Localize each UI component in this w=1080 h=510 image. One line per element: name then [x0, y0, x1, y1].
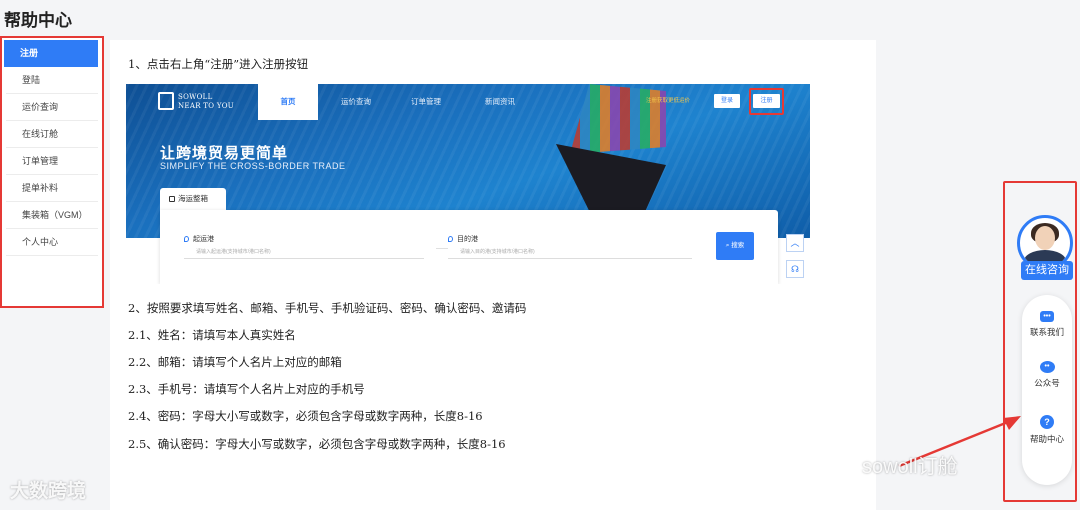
port-search-panel: 起运港 请输入起运港(支持城市/港口名称) —— 目的港 请输入目的港(支持城市… — [160, 210, 778, 284]
online-consult-button[interactable]: 在线咨询 — [1021, 261, 1073, 280]
floating-service-panel: 在线咨询 ••• 联系我们 •• 公众号 ? 帮助中心 — [1003, 181, 1077, 502]
step-2-1-text: 2.1、姓名：请填写本人真实姓名 — [128, 328, 296, 342]
headset-icon: ☊ — [786, 260, 804, 278]
location-pin-icon — [448, 236, 453, 242]
location-pin-icon — [184, 236, 189, 242]
floating-menu: ••• 联系我们 •• 公众号 ? 帮助中心 — [1022, 295, 1072, 485]
sidebar-item-register[interactable]: 注册 — [4, 40, 98, 67]
hero-subtitle: SIMPLIFY THE CROSS-BORDER TRADE — [160, 161, 346, 171]
site-nav-news: 新闻资讯 — [485, 97, 515, 106]
sowoll-logo-icon — [158, 92, 174, 110]
sea-fcl-tab: 海运整箱 — [160, 188, 226, 210]
site-nav-order-management: 订单管理 — [411, 97, 441, 106]
step-2-5-text: 2.5、确认密码：字母大小写或数字，必须包含字母或数字两种，长度8-16 — [128, 437, 506, 451]
contact-us-button[interactable]: ••• 联系我们 — [1022, 311, 1072, 338]
chevron-up-icon: ︿ — [786, 234, 804, 252]
hero-title: 让跨境贸易更简单 — [160, 145, 289, 162]
help-center-button[interactable]: ? 帮助中心 — [1022, 415, 1072, 445]
step-2-text: 2、按照要求填写姓名、邮箱、手机号、手机验证码、密码、确认密码、邀请码 — [128, 301, 527, 315]
sidebar-item-order-management[interactable]: 订单管理 — [6, 148, 98, 175]
sidebar-item-bl-supplement[interactable]: 提单补料 — [6, 175, 98, 202]
destination-port-hint: 请输入目的港(支持城市/港口名称) — [460, 249, 535, 255]
origin-port-hint: 请输入起运港(支持城市/港口名称) — [196, 249, 271, 255]
help-content: 1、点击右上角“注册”进入注册按钮 SOWOLL NEAR TO YOU 首页 … — [110, 40, 876, 510]
step-2-2-text: 2.2、邮箱：请填写个人名片上对应的邮箱 — [128, 355, 342, 369]
watermark-right: sowoll订舱 — [862, 456, 958, 478]
page-title: 帮助中心 — [4, 11, 72, 30]
site-nav-rate-query: 运价查询 — [341, 97, 371, 106]
sidebar-item-vgm[interactable]: 集装箱（VGM） — [6, 202, 98, 229]
sidebar-item-rate-query[interactable]: 运价查询 — [6, 94, 98, 121]
sidebar-item-personal-center[interactable]: 个人中心 — [6, 229, 98, 256]
site-nav-home: 首页 — [258, 84, 318, 120]
register-highlight-box — [749, 88, 784, 115]
wechat-official-button[interactable]: •• 公众号 — [1022, 361, 1072, 389]
origin-port-label: 起运港 — [184, 234, 214, 244]
help-sidebar: 注册 登陆 运价查询 在线订舱 订单管理 提单补料 集装箱（VGM） 个人中心 — [0, 36, 104, 308]
chat-bubble-icon: ••• — [1040, 311, 1054, 322]
step-1-text: 1、点击右上角“注册”进入注册按钮 — [128, 57, 309, 71]
register-screenshot: SOWOLL NEAR TO YOU 首页 运价查询 订单管理 新闻资讯 注册获… — [126, 84, 810, 284]
ship-icon — [169, 196, 175, 202]
site-login-button: 登录 — [714, 94, 740, 108]
site-promo-text: 注册获取更低运价 — [646, 98, 691, 104]
question-icon: ? — [1040, 415, 1054, 429]
destination-port-label: 目的港 — [448, 234, 478, 244]
sidebar-item-login[interactable]: 登陆 — [6, 67, 98, 94]
site-search-button: ⌕ 搜索 — [716, 232, 754, 260]
step-2-3-text: 2.3、手机号：请填写个人名片上对应的手机号 — [128, 382, 365, 396]
step-2-4-text: 2.4、密码：字母大小写或数字，必须包含字母或数字两种，长度8-16 — [128, 409, 483, 423]
port-separator: —— — [436, 246, 448, 252]
sidebar-item-online-booking[interactable]: 在线订舱 — [6, 121, 98, 148]
wechat-icon: •• — [1039, 361, 1055, 373]
site-logo-text: SOWOLL NEAR TO YOU — [178, 93, 234, 110]
watermark-left: 大数跨境 — [10, 481, 87, 502]
